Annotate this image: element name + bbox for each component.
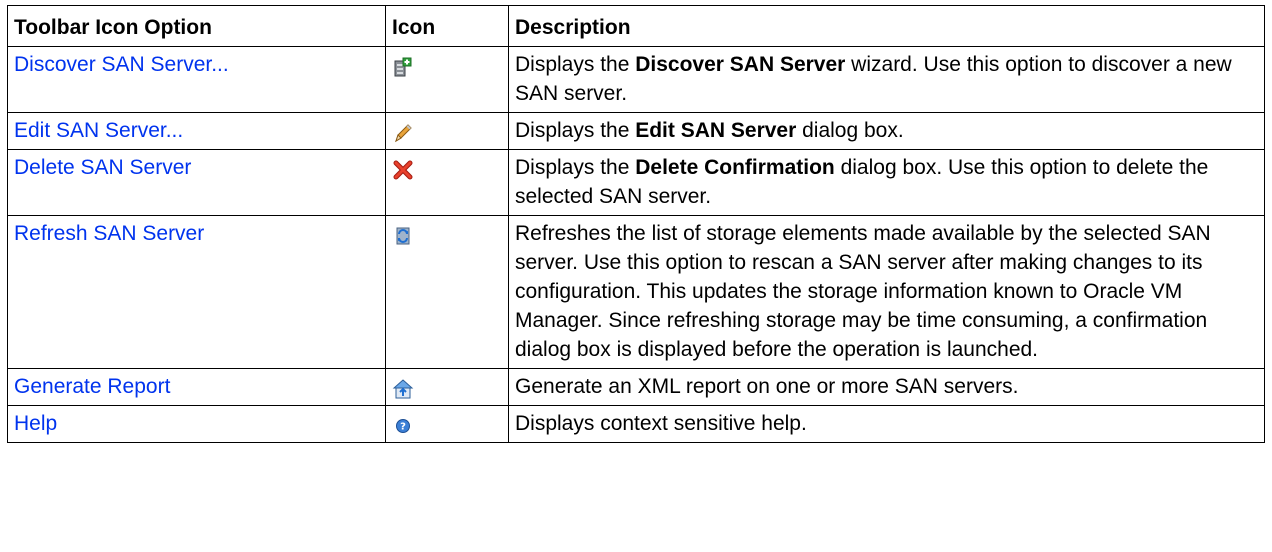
option-cell: Help	[7, 405, 386, 443]
help-link[interactable]: Help	[14, 412, 57, 435]
svg-text:?: ?	[400, 421, 406, 432]
description-cell: Displays the Edit SAN Server dialog box.	[508, 112, 1265, 150]
option-cell: Generate Report	[7, 368, 386, 406]
table-header-row: Toolbar Icon Option Icon Description	[7, 5, 1265, 47]
edit-san-server-link[interactable]: Edit SAN Server...	[14, 119, 183, 142]
pencil-icon	[392, 122, 414, 144]
description-text: Displays the	[515, 156, 636, 179]
description-text: dialog box.	[796, 119, 904, 142]
icon-cell: ?	[385, 405, 509, 443]
table-row: Help ? Displays context sensitive help.	[7, 405, 1265, 443]
header-toolbar-icon-option: Toolbar Icon Option	[7, 5, 386, 47]
help-icon: ?	[392, 415, 414, 437]
header-icon: Icon	[385, 5, 509, 47]
icon-cell	[385, 46, 509, 113]
description-text: Displays the	[515, 119, 636, 142]
description-cell: Refreshes the list of storage elements m…	[508, 215, 1265, 369]
red-x-icon	[392, 159, 414, 181]
table-row: Generate Report Generate an XML report o…	[7, 368, 1265, 406]
option-cell: Discover SAN Server...	[7, 46, 386, 113]
icon-cell	[385, 215, 509, 369]
table-row: Delete SAN Server Displays the Delete Co…	[7, 149, 1265, 216]
description-cell: Displays the Discover SAN Server wizard.…	[508, 46, 1265, 113]
description-cell: Displays the Delete Confirmation dialog …	[508, 149, 1265, 216]
table-row: Discover SAN Server... Displays the Disc…	[7, 46, 1265, 113]
table-row: Refresh SAN Server Refreshes the list of…	[7, 215, 1265, 369]
description-bold: Edit SAN Server	[635, 119, 797, 142]
description-text: Displays the	[515, 53, 636, 76]
table-row: Edit SAN Server... Displays the Edit SAN…	[7, 112, 1265, 150]
delete-san-server-link[interactable]: Delete SAN Server	[14, 156, 191, 179]
discover-server-icon	[392, 56, 414, 78]
description-bold: Discover SAN Server	[635, 53, 846, 76]
icon-cell	[385, 368, 509, 406]
option-cell: Refresh SAN Server	[7, 215, 386, 369]
generate-report-link[interactable]: Generate Report	[14, 375, 170, 398]
description-bold: Delete Confirmation	[635, 156, 835, 179]
refresh-icon	[392, 225, 414, 247]
description-cell: Displays context sensitive help.	[508, 405, 1265, 443]
icon-cell	[385, 149, 509, 216]
header-description: Description	[508, 5, 1265, 47]
icon-cell	[385, 112, 509, 150]
refresh-san-server-link[interactable]: Refresh SAN Server	[14, 222, 204, 245]
description-cell: Generate an XML report on one or more SA…	[508, 368, 1265, 406]
toolbar-options-table: Toolbar Icon Option Icon Description Dis…	[7, 5, 1265, 443]
report-icon	[392, 378, 414, 400]
option-cell: Edit SAN Server...	[7, 112, 386, 150]
option-cell: Delete SAN Server	[7, 149, 386, 216]
discover-san-server-link[interactable]: Discover SAN Server...	[14, 53, 229, 76]
